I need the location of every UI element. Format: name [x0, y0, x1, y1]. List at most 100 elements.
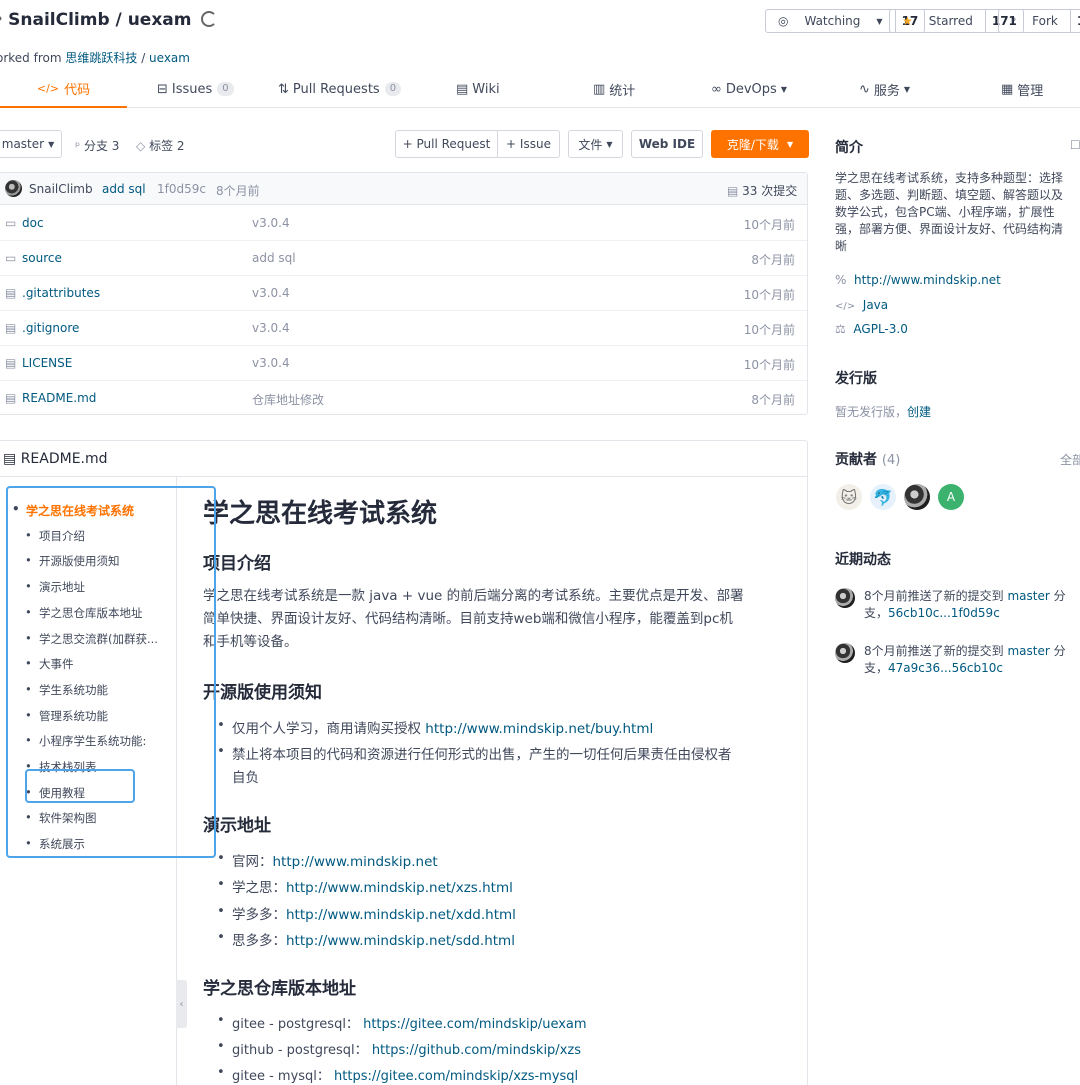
forked-org-link[interactable]: 思维跳跃科技 [65, 51, 137, 65]
issue-icon: ⊟ [157, 81, 168, 97]
toc-collapse-handle[interactable]: ‹ [176, 980, 187, 1028]
commit-author-link[interactable]: SnailClimb [29, 182, 93, 196]
chevron-down-icon: ▼ [48, 139, 55, 149]
readme-h2-notice: 开源版使用须知 [203, 683, 322, 703]
readme-header: ▤ README.md [0, 441, 807, 477]
avatar[interactable] [835, 588, 855, 608]
file-name-link[interactable]: .gitignore [22, 321, 79, 335]
avatar[interactable] [835, 643, 855, 663]
readme-h2-repos: 学之思仓库版本地址 [203, 979, 356, 999]
book-icon: ▤ [456, 81, 469, 97]
fork-icon: ᵖ [0, 14, 2, 29]
demo-link[interactable]: http://www.mindskip.net/sdd.html [286, 933, 515, 949]
table-row[interactable]: ▤ README.md 仓库地址修改 8个月前 [0, 381, 807, 416]
toc-highlight-item [25, 769, 135, 803]
list-item: 仅用个人学习，商用请购买授权 http://www.mindskip.net/b… [217, 717, 653, 737]
link-icon: % [835, 273, 847, 287]
repo-tabs: </> 代码 ⊟ Issues 0 ⇅ Pull Requests 0 ▤ Wiki ▥ 统计… [0, 70, 1080, 108]
repo-link[interactable]: https://gitee.com/mindskip/uexam [363, 1017, 586, 1032]
activity-item: 8个月前推送了新的提交到 master 分支，47a9c36...56cb10c [864, 644, 1066, 675]
avatar[interactable]: A [938, 484, 964, 510]
tab-devops[interactable]: ∞ DevOps ▼ [711, 70, 787, 108]
branch-link[interactable]: master [1007, 644, 1049, 658]
clone-download-button[interactable]: 克隆/下载 ▼ [711, 130, 809, 158]
file-name-link[interactable]: README.md [22, 391, 96, 405]
file-commit-message[interactable]: v3.0.4 [252, 321, 290, 335]
demo-link[interactable]: http://www.mindskip.net [273, 854, 438, 870]
file-name-link[interactable]: .gitattributes [22, 286, 100, 300]
chevron-down-icon: ▼ [780, 84, 787, 94]
file-commit-message[interactable]: v3.0.4 [252, 286, 290, 300]
buy-link[interactable]: http://www.mindskip.net/buy.html [425, 721, 653, 737]
fork-count[interactable]: 1.3K [1069, 10, 1080, 32]
demo-link[interactable]: http://www.mindskip.net/xzs.html [286, 880, 513, 896]
pulse-icon: ∿ [859, 81, 870, 97]
tab-pull-requests[interactable]: ⇅ Pull Requests 0 [278, 70, 402, 108]
sidebar-description: 学之思在线考试系统，支持多种题型：选择 题、多选题、判断题、填空题、解答题以及 … [835, 171, 1064, 253]
list-item-continued: 自负 [232, 770, 259, 786]
tab-wiki[interactable]: ▤ Wiki [456, 70, 500, 108]
fork-icon: ᵖ [1011, 14, 1017, 28]
branches-link[interactable]: ᵖ 分支 3 [75, 137, 119, 154]
homepage-link[interactable]: http://www.mindskip.net [854, 273, 1001, 287]
table-row[interactable]: ▤ .gitignore v3.0.4 10个月前 [0, 311, 807, 346]
forked-repo-link[interactable]: uexam [149, 51, 190, 65]
create-release-link[interactable]: 创建 [907, 405, 931, 419]
list-item: gitee - mysql： https://gitee.com/mindski… [217, 1065, 578, 1084]
commit-range-link[interactable]: 56cb10c...1f0d59c [888, 606, 1000, 620]
file-icon: ▤ [5, 321, 17, 335]
repo-link[interactable]: https://github.com/mindskip/xzs [372, 1043, 581, 1058]
table-row[interactable]: ▤ LICENSE v3.0.4 10个月前 [0, 346, 807, 381]
chevron-left-icon: ‹ [179, 998, 184, 1010]
fork-button[interactable]: ᵖFork 1.3K [998, 9, 1080, 33]
web-ide-button[interactable]: Web IDE [631, 130, 703, 158]
contributors-all-link[interactable]: 全部 [1060, 451, 1080, 468]
commit-count-link[interactable]: ▤ 33 次提交 [727, 182, 797, 199]
new-pull-request-button[interactable]: + Pull Request [395, 130, 498, 158]
sync-icon[interactable] [201, 11, 218, 27]
file-list: SnailClimb add sql 1f0d59c 8个月前 ▤ 33 次提交… [0, 172, 808, 415]
tab-issues[interactable]: ⊟ Issues 0 [157, 70, 234, 108]
file-name-link[interactable]: doc [22, 216, 44, 230]
avatar[interactable]: 🐬 [870, 484, 896, 510]
file-name-link[interactable]: source [22, 251, 62, 265]
table-row[interactable]: ▭ source add sql 8个月前 [0, 241, 807, 276]
repo-title-text[interactable]: SnailClimb / uexam [8, 10, 191, 30]
sidebar-release-heading: 发行版 [835, 371, 877, 387]
avatar[interactable] [904, 484, 930, 510]
tab-stats[interactable]: ▥ 统计 [593, 70, 635, 108]
file-commit-message[interactable]: 仓库地址修改 [252, 391, 324, 408]
file-icon: ▤ [5, 391, 17, 405]
repo-link[interactable]: https://gitee.com/mindskip/xzs-mysql [334, 1069, 578, 1084]
branch-icon: ᵖ [75, 139, 81, 153]
tab-manage[interactable]: ▦ 管理 [1001, 70, 1043, 108]
branch-link[interactable]: master [1007, 589, 1049, 603]
commit-hash[interactable]: 1f0d59c [157, 182, 206, 196]
language-link[interactable]: Java [863, 298, 888, 312]
commit-message-link[interactable]: add sql [102, 182, 146, 196]
tags-link[interactable]: ◇ 标签 2 [136, 137, 185, 154]
scale-icon: ⚖ [835, 322, 846, 336]
table-row[interactable]: ▭ doc v3.0.4 10个月前 [0, 206, 807, 241]
list-item: 禁止将本项目的代码和资源进行任何形式的出售，产生的一切任何后果责任由侵权者 [217, 743, 731, 763]
file-commit-message[interactable]: v3.0.4 [252, 356, 290, 370]
demo-link[interactable]: http://www.mindskip.net/xdd.html [286, 907, 516, 923]
new-issue-button[interactable]: + Issue [497, 130, 560, 158]
tab-code[interactable]: </> 代码 [0, 70, 127, 108]
avatar[interactable] [5, 180, 22, 197]
avatar[interactable]: 🐱 [836, 484, 862, 510]
sidebar-activity-heading: 近期动态 [835, 552, 891, 568]
license-link[interactable]: AGPL-3.0 [853, 322, 907, 336]
file-name-link[interactable]: LICENSE [22, 356, 72, 370]
edit-icon[interactable]: ☐ [1070, 138, 1080, 152]
code-icon: </> [36, 81, 60, 95]
file-commit-message[interactable]: add sql [252, 251, 296, 265]
commit-range-link[interactable]: 47a9c36...56cb10c [888, 661, 1003, 675]
branch-select[interactable]: master ▼ [0, 130, 62, 158]
file-menu-button[interactable]: 文件 ▼ [568, 130, 623, 158]
file-commit-message[interactable]: v3.0.4 [252, 216, 290, 230]
tag-icon: ◇ [136, 139, 146, 153]
repo-title[interactable]: ᵖ SnailClimb / uexam [0, 10, 218, 30]
table-row[interactable]: ▤ .gitattributes v3.0.4 10个月前 [0, 276, 807, 311]
tab-services[interactable]: ∿ 服务 ▼ [859, 70, 910, 108]
